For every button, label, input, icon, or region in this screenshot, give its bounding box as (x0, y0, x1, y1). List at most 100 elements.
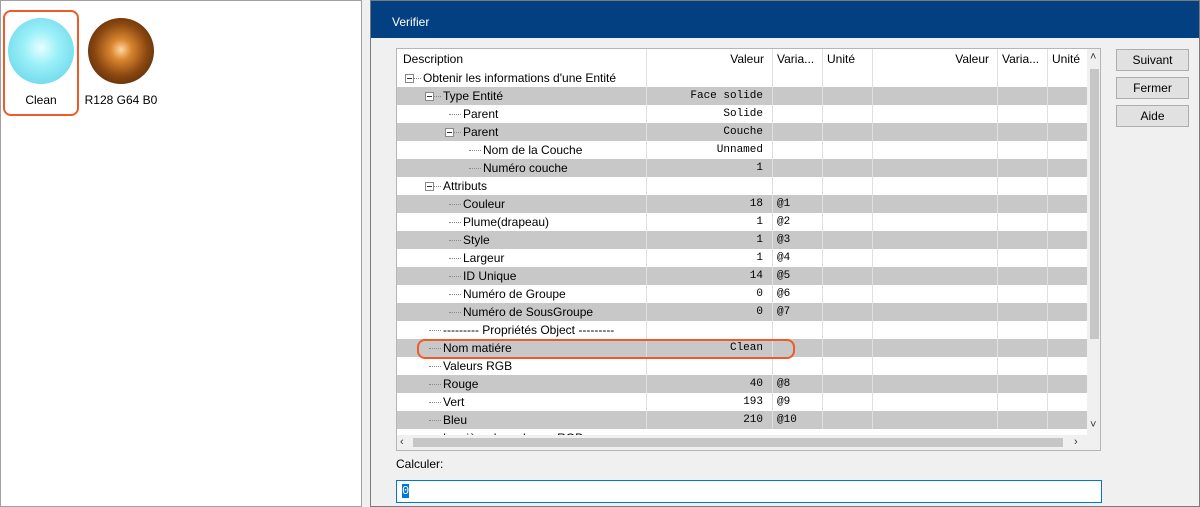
cell-value: 40 (749, 378, 763, 390)
help-button[interactable]: Aide (1116, 105, 1189, 127)
table-row[interactable]: Bleu 210 @10 (397, 411, 1087, 429)
cell-description: Type Entité (443, 89, 504, 103)
table-row[interactable]: Style 1 @3 (397, 231, 1087, 249)
horizontal-scrollbar[interactable]: ‹ › (397, 435, 1100, 450)
cell-value: 18 (749, 198, 763, 210)
cell-variable (777, 159, 821, 177)
nom-matiere-highlight (417, 339, 795, 359)
cell-description: Parent (463, 125, 499, 139)
cell-value: 0 (756, 306, 763, 318)
table-row[interactable]: ID Unique 14 @5 (397, 267, 1087, 285)
column-header-description[interactable]: Description (403, 49, 463, 69)
cell-description: Rouge (443, 377, 479, 391)
next-button[interactable]: Suivant (1116, 49, 1189, 71)
table-row[interactable]: Attributs (397, 177, 1087, 195)
cell-variable: @4 (777, 252, 791, 264)
material-panel: Clean R128 G64 B0 (0, 0, 362, 507)
scroll-up-icon[interactable]: ˄ (1090, 51, 1096, 63)
cell-value (647, 321, 769, 339)
table-row[interactable]: Couleur 18 @1 (397, 195, 1087, 213)
table-row[interactable]: Largeur 1 @4 (397, 249, 1087, 267)
material-label: R128 G64 B0 (84, 93, 158, 107)
table-row[interactable]: Numéro de SousGroupe 0 @7 (397, 303, 1087, 321)
cell-description: Couleur (463, 197, 506, 211)
cell-description: Style (463, 233, 490, 247)
cell-description: Numéro de Groupe (463, 287, 566, 301)
collapse-icon[interactable] (405, 74, 414, 83)
tree-connector (449, 222, 461, 223)
scroll-down-icon[interactable]: ˅ (1090, 419, 1096, 431)
column-header-variable[interactable]: Varia... (777, 49, 814, 69)
cell-variable: @10 (777, 414, 797, 426)
tree-connector (429, 330, 441, 331)
panel-divider[interactable] (362, 0, 370, 507)
grid-header: Description Valeur Varia... Unité Valeur… (397, 49, 1087, 69)
table-row[interactable]: Valeurs RGB (397, 357, 1087, 375)
table-row[interactable]: Parent Solide (397, 105, 1087, 123)
table-row[interactable]: Nom de la Couche Unnamed (397, 141, 1087, 159)
cell-variable (777, 357, 821, 375)
tree-connector (469, 150, 481, 151)
horizontal-scroll-thumb[interactable] (413, 438, 1063, 447)
table-row[interactable]: Type Entité Face solide (397, 87, 1087, 105)
cell-description: Obtenir les informations d'une Entité (423, 71, 617, 85)
cell-variable: @3 (777, 234, 791, 246)
cell-description: Attributs (443, 179, 488, 193)
cell-variable (777, 123, 821, 141)
table-row[interactable]: Vert 193 @9 (397, 393, 1087, 411)
cell-variable (777, 321, 821, 339)
cell-description: Nom de la Couche (483, 143, 583, 157)
cell-value: Couche (723, 126, 763, 138)
table-row[interactable]: Rouge 40 @8 (397, 375, 1087, 393)
column-header-unit[interactable]: Unité (827, 49, 855, 69)
column-header-value[interactable]: Valeur (647, 49, 767, 69)
cell-value: 1 (756, 162, 763, 174)
column-divider (772, 49, 773, 429)
table-row[interactable]: --------- Propriétés Object --------- (397, 321, 1087, 339)
cell-variable (777, 105, 821, 123)
column-header-variable-2[interactable]: Varia... (1002, 49, 1039, 69)
vertical-scrollbar[interactable]: ˄ ˅ (1087, 49, 1100, 435)
scroll-right-icon[interactable]: › (1074, 436, 1078, 448)
cell-variable (777, 87, 821, 105)
collapse-icon[interactable] (425, 92, 434, 101)
cell-variable (777, 69, 821, 87)
cell-value: 1 (756, 234, 763, 246)
tree-connector (449, 240, 461, 241)
column-divider (646, 49, 647, 429)
tree-connector (449, 114, 461, 115)
vertical-scroll-thumb[interactable] (1090, 69, 1099, 339)
cell-value: Unnamed (716, 144, 763, 156)
close-button[interactable]: Fermer (1116, 77, 1189, 99)
table-row[interactable]: Numéro de Groupe 0 @6 (397, 285, 1087, 303)
scroll-left-icon[interactable]: ‹ (400, 436, 404, 448)
material-swatch-copper[interactable]: R128 G64 B0 (81, 10, 161, 116)
tree-connector (429, 402, 441, 403)
cell-description: Plume(drapeau) (463, 215, 550, 229)
cell-variable: @1 (777, 198, 791, 210)
table-row[interactable]: Plume(drapeau) 1 @2 (397, 213, 1087, 231)
cell-value (647, 357, 769, 375)
cell-variable: @8 (777, 378, 791, 390)
table-row[interactable]: Obtenir les informations d'une Entité (397, 69, 1087, 87)
table-row[interactable]: Parent Couche (397, 123, 1087, 141)
cell-variable: @2 (777, 216, 791, 228)
column-header-value-2[interactable]: Valeur (872, 49, 992, 69)
tree-connector (449, 258, 461, 259)
calc-input[interactable]: 0 (396, 480, 1102, 503)
cell-variable: @7 (777, 306, 791, 318)
collapse-icon[interactable] (445, 128, 454, 137)
property-grid: Description Valeur Varia... Unité Valeur… (396, 48, 1101, 451)
material-sphere-copper (88, 18, 154, 84)
collapse-icon[interactable] (425, 182, 434, 191)
cell-variable: @6 (777, 288, 791, 300)
cell-description: Vert (443, 395, 465, 409)
verifier-dialog: Verifier Description Valeur Varia... Uni… (370, 0, 1200, 507)
tree-connector (449, 204, 461, 205)
table-row[interactable]: Numéro couche 1 (397, 159, 1087, 177)
column-header-unit-2[interactable]: Unité (1052, 49, 1080, 69)
tree-connector (449, 294, 461, 295)
tree-connector (449, 312, 461, 313)
cell-description: Parent (463, 107, 499, 121)
tree-connector (429, 384, 441, 385)
